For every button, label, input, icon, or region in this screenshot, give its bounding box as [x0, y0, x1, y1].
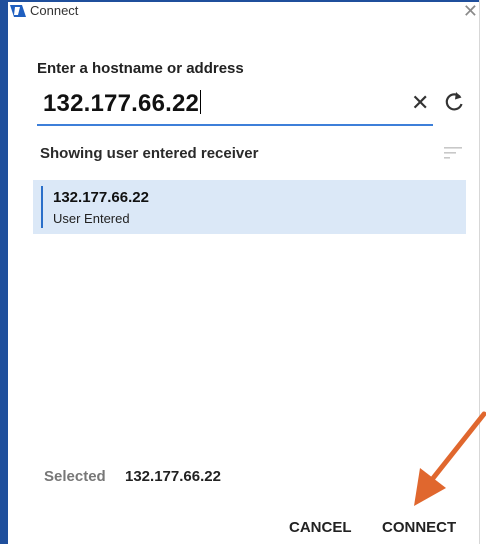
list-item[interactable]: 132.177.66.22 User Entered — [33, 180, 466, 234]
receiver-subtitle: User Entered — [53, 211, 130, 226]
selected-value: 132.177.66.22 — [125, 468, 221, 485]
host-input-value[interactable]: 132.177.66.22 — [43, 90, 202, 118]
close-icon[interactable]: ✕ — [463, 1, 478, 22]
refresh-icon[interactable] — [443, 90, 465, 114]
clear-icon[interactable]: ✕ — [411, 92, 429, 114]
results-heading: Showing user entered receiver — [40, 145, 259, 162]
cancel-button[interactable]: CANCEL — [289, 519, 352, 536]
selected-label: Selected — [44, 468, 106, 485]
sort-icon[interactable] — [444, 146, 462, 160]
selection-indicator — [41, 186, 43, 228]
window-title: Connect — [30, 3, 79, 18]
host-label: Enter a hostname or address — [37, 60, 244, 77]
text-caret — [200, 90, 202, 114]
title-bar: Connect ✕ — [8, 0, 480, 24]
window-frame-left — [0, 0, 8, 544]
receiver-address: 132.177.66.22 — [53, 189, 149, 206]
connect-button[interactable]: CONNECT — [382, 519, 456, 536]
annotation-arrow — [414, 411, 486, 506]
host-input[interactable]: 132.177.66.22 — [37, 88, 433, 126]
app-icon — [10, 5, 26, 17]
